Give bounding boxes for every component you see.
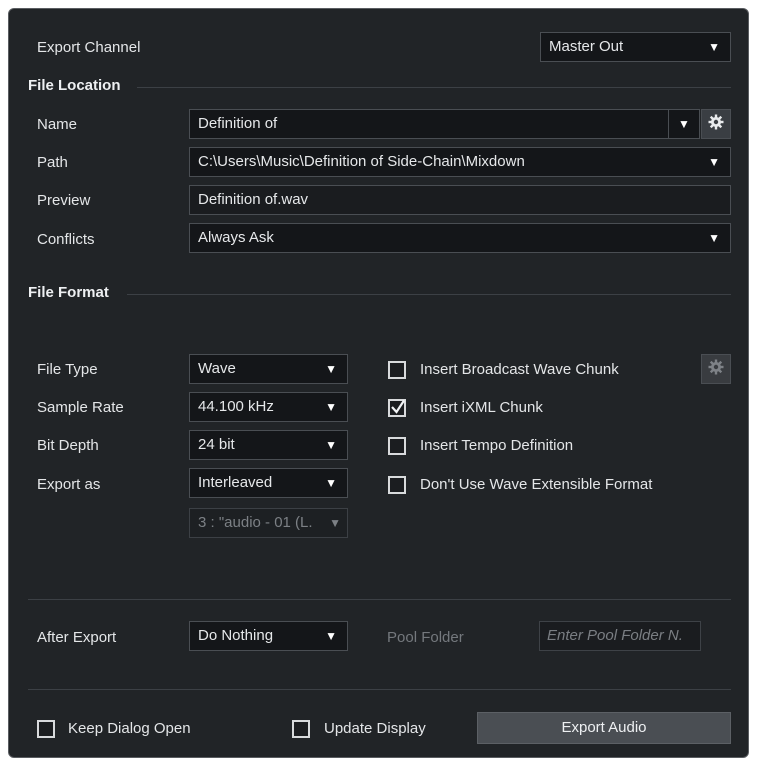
insert-ixml-chunk-label: Insert iXML Chunk — [420, 399, 543, 416]
bit-depth-dropdown[interactable]: 24 bit ▼ — [189, 430, 348, 460]
chevron-down-icon: ▼ — [325, 629, 337, 643]
file-location-divider — [137, 87, 731, 88]
gear-icon — [708, 114, 724, 135]
export-channel-value: Master Out — [549, 38, 624, 55]
chevron-down-icon: ▼ — [708, 231, 720, 245]
path-label: Path — [37, 154, 68, 171]
name-label: Name — [37, 116, 78, 133]
footer-divider — [28, 689, 731, 690]
update-display-label: Update Display — [324, 720, 426, 737]
export-channel-dropdown[interactable]: Master Out ▼ — [540, 32, 731, 62]
chevron-down-icon: ▼ — [708, 155, 720, 169]
file-type-value: Wave — [198, 360, 236, 377]
path-value: C:\Users\Music\Definition of Side-Chain\… — [198, 153, 525, 170]
bit-depth-value: 24 bit — [198, 436, 235, 453]
export-audio-button[interactable]: Export Audio — [477, 712, 731, 744]
name-settings-button[interactable] — [701, 109, 731, 139]
dont-use-wave-extensible-format-label: Don't Use Wave Extensible Format — [420, 476, 653, 493]
file-location-heading: File Location — [28, 77, 121, 94]
insert-broadcast-wave-chunk-label: Insert Broadcast Wave Chunk — [420, 361, 619, 378]
channel-select-value: 3 : "audio - 01 (L. — [198, 514, 313, 531]
export-channel-label: Export Channel — [37, 39, 141, 56]
chevron-down-icon: ▼ — [329, 516, 341, 530]
after-export-value: Do Nothing — [198, 627, 274, 644]
pool-folder-label: Pool Folder — [387, 629, 464, 646]
chevron-down-icon: ▼ — [678, 117, 690, 131]
name-history-dropdown[interactable]: ▼ — [668, 109, 700, 139]
channel-select-dropdown: 3 : "audio - 01 (L. ▼ — [189, 508, 348, 538]
broadcast-wave-settings-button[interactable] — [701, 354, 731, 384]
dont-use-wave-extensible-format-checkbox[interactable] — [388, 476, 406, 494]
export-as-label: Export as — [37, 476, 101, 493]
after-export-label: After Export — [37, 629, 117, 646]
export-as-dropdown[interactable]: Interleaved ▼ — [189, 468, 348, 498]
pool-folder-placeholder: Enter Pool Folder N. — [547, 627, 683, 644]
chevron-down-icon: ▼ — [325, 362, 337, 376]
sample-rate-label: Sample Rate — [37, 399, 124, 416]
export-as-value: Interleaved — [198, 474, 273, 491]
bit-depth-label: Bit Depth — [37, 437, 99, 454]
keep-dialog-open-label: Keep Dialog Open — [68, 720, 191, 737]
conflicts-dropdown[interactable]: Always Ask ▼ — [189, 223, 731, 253]
insert-broadcast-wave-chunk-checkbox[interactable] — [388, 361, 406, 379]
conflicts-value: Always Ask — [198, 229, 274, 246]
path-dropdown[interactable]: C:\Users\Music\Definition of Side-Chain\… — [189, 147, 731, 177]
sample-rate-value: 44.100 kHz — [198, 398, 274, 415]
insert-tempo-definition-checkbox[interactable] — [388, 437, 406, 455]
chevron-down-icon: ▼ — [325, 400, 337, 414]
insert-ixml-chunk-checkbox[interactable] — [388, 399, 406, 417]
after-export-dropdown[interactable]: Do Nothing ▼ — [189, 621, 348, 651]
file-type-label: File Type — [37, 361, 98, 378]
keep-dialog-open-checkbox[interactable] — [37, 720, 55, 738]
preview-value: Definition of.wav — [198, 191, 309, 208]
export-audio-dialog: Export Channel Master Out ▼ File Locatio… — [8, 8, 749, 758]
chevron-down-icon: ▼ — [325, 438, 337, 452]
conflicts-label: Conflicts — [37, 231, 95, 248]
checkmark-icon — [391, 399, 405, 414]
update-display-checkbox[interactable] — [292, 720, 310, 738]
file-type-dropdown[interactable]: Wave ▼ — [189, 354, 348, 384]
preview-label: Preview — [37, 192, 91, 209]
after-export-divider — [28, 599, 731, 600]
sample-rate-dropdown[interactable]: 44.100 kHz ▼ — [189, 392, 348, 422]
chevron-down-icon: ▼ — [708, 40, 720, 54]
file-format-divider — [127, 294, 731, 295]
chevron-down-icon: ▼ — [325, 476, 337, 490]
pool-folder-input[interactable]: Enter Pool Folder N. — [539, 621, 701, 651]
insert-tempo-definition-label: Insert Tempo Definition — [420, 437, 574, 454]
gear-icon — [708, 359, 724, 380]
preview-field: Definition of.wav — [189, 185, 731, 215]
file-format-heading: File Format — [28, 284, 109, 301]
name-value: Definition of — [198, 115, 278, 132]
name-input[interactable]: Definition of — [189, 109, 669, 139]
